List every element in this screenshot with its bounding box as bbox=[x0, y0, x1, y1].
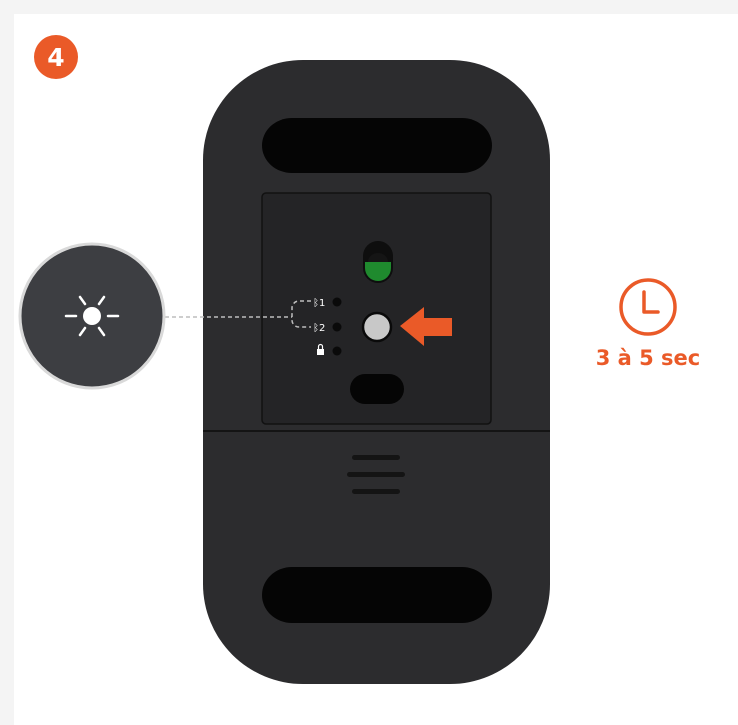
led-callout bbox=[18, 242, 166, 390]
duration-label: 3 à 5 sec bbox=[595, 346, 701, 370]
clock-icon bbox=[619, 278, 677, 336]
power-switch bbox=[363, 241, 393, 283]
bluetooth-icon: ᛒ2 bbox=[313, 323, 325, 334]
bottom-foot-pad bbox=[262, 567, 492, 623]
top-foot-pad bbox=[262, 118, 492, 173]
connect-button bbox=[361, 311, 393, 343]
optical-sensor bbox=[350, 374, 404, 404]
duration-indicator: 3 à 5 sec bbox=[590, 276, 706, 386]
bluetooth-icon: ᛒ1 bbox=[313, 298, 325, 309]
